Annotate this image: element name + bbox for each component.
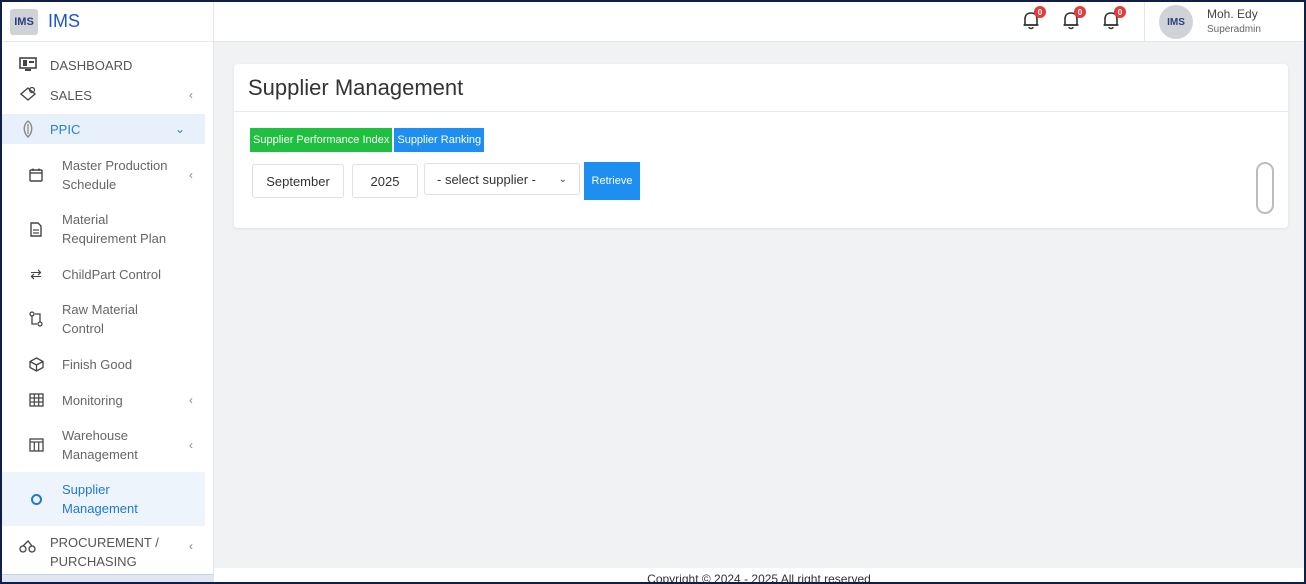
chevron-left-icon: ‹ — [189, 539, 193, 553]
year-input[interactable]: 2025 — [352, 164, 418, 198]
notification-badge: 0 — [1114, 6, 1126, 18]
scroll-handle[interactable] — [1256, 162, 1274, 214]
bell-icon — [1062, 12, 1080, 34]
chevron-down-icon: ⌄ — [558, 173, 567, 185]
footer-copyright: Copyright © 2024 - 2025 All right reserv… — [214, 568, 1304, 582]
tab-bar: Supplier Performance Index Supplier Rank… — [250, 128, 485, 152]
sidebar-item-finish-good[interactable]: Finish Good — [2, 346, 213, 382]
grid-icon — [26, 390, 46, 410]
notification-badge: 0 — [1074, 6, 1086, 18]
sales-icon — [18, 85, 38, 105]
supplier-select[interactable]: - select supplier - ⌄ — [424, 163, 580, 195]
monitor-icon — [18, 55, 38, 75]
filter-bar: September 2025 - select supplier - ⌄ Ret… — [252, 162, 640, 200]
sidebar-item-label: PPIC — [50, 121, 81, 137]
top-header: 0 0 0 IMS Moh. Edy Superadmin — [214, 2, 1304, 42]
avatar: IMS — [1159, 5, 1193, 39]
columns-icon — [26, 435, 46, 455]
brand-name: IMS — [48, 11, 81, 31]
sidebar-item-label: DASHBOARD — [50, 57, 133, 73]
chevron-down-icon: ⌄ — [174, 122, 185, 136]
supplier-management-card: Supplier Management Supplier Performance… — [234, 64, 1288, 228]
sidebar-item-ppic[interactable]: PPIC ⌄ — [2, 114, 205, 144]
sidebar-item-label: Raw Material Control — [62, 302, 138, 336]
notification-bell-3[interactable]: 0 — [1102, 6, 1126, 34]
package-icon — [26, 354, 46, 374]
tab-supplier-ranking[interactable]: Supplier Ranking — [394, 128, 485, 152]
sidebar-item-label: Monitoring — [62, 392, 123, 408]
month-select[interactable]: September — [252, 164, 344, 198]
tab-supplier-performance-index[interactable]: Supplier Performance Index — [250, 128, 393, 152]
retrieve-button[interactable]: Retrieve — [584, 162, 640, 200]
brand[interactable]: IMS IMS — [2, 2, 213, 42]
user-role: Superadmin — [1207, 24, 1261, 35]
supplier-select-placeholder: - select supplier - — [437, 171, 536, 187]
sidebar: IMS IMS DASHBOARD SALES ‹ PPIC ⌄ Master … — [2, 2, 214, 582]
procurement-icon — [18, 536, 38, 556]
user-info: Moh. Edy Superadmin — [1207, 7, 1261, 37]
sidebar-nav: DASHBOARD SALES ‹ PPIC ⌄ Master Producti… — [2, 42, 213, 569]
sidebar-item-label: ChildPart Control — [62, 266, 161, 282]
circle-icon — [26, 489, 46, 509]
sidebar-item-label: Material Requirement Plan — [62, 212, 167, 246]
document-icon — [26, 219, 46, 239]
calendar-icon — [26, 165, 46, 185]
ppic-icon — [18, 119, 38, 139]
chevron-left-icon: ‹ — [189, 438, 193, 452]
swap-icon: ⇄ — [30, 265, 42, 282]
chevron-left-icon: ‹ — [189, 168, 193, 182]
sidebar-item-label: Finish Good — [62, 356, 133, 372]
sidebar-item-label: SALES — [50, 87, 92, 103]
brand-logo: IMS — [10, 8, 38, 35]
sidebar-item-label: PROCUREMENT / PURCHASING — [50, 535, 159, 569]
sidebar-item-label: Warehouse Management — [62, 428, 138, 462]
notification-badge: 0 — [1034, 6, 1046, 18]
bell-icon — [1102, 12, 1120, 34]
sidebar-item-monitoring[interactable]: Monitoring ‹ — [2, 382, 213, 418]
sidebar-item-sales[interactable]: SALES ‹ — [2, 80, 213, 110]
sidebar-item-procurement[interactable]: PROCUREMENT / PURCHASING ‹ — [2, 526, 213, 569]
sidebar-item-label: Supplier Management — [62, 482, 138, 516]
chevron-left-icon: ‹ — [189, 393, 193, 407]
notification-bell-2[interactable]: 0 — [1062, 6, 1086, 34]
sidebar-item-raw-material-control[interactable]: Raw Material Control — [2, 292, 213, 346]
git-compare-icon — [26, 309, 46, 329]
page-title: Supplier Management — [234, 64, 1288, 112]
user-menu[interactable]: IMS Moh. Edy Superadmin — [1144, 2, 1304, 42]
sidebar-item-supplier-management[interactable]: Supplier Management — [2, 472, 205, 526]
app-window: IMS IMS DASHBOARD SALES ‹ PPIC ⌄ Master … — [2, 2, 1304, 582]
chevron-left-icon: ‹ — [189, 88, 193, 102]
user-name: Moh. Edy — [1207, 7, 1258, 21]
sidebar-item-label: Master Production Schedule — [62, 158, 168, 192]
notification-bell-1[interactable]: 0 — [1022, 6, 1046, 34]
sidebar-item-dashboard[interactable]: DASHBOARD — [2, 50, 213, 80]
sidebar-item-warehouse-management[interactable]: Warehouse Management ‹ — [2, 418, 213, 472]
sidebar-item-material-requirement-plan[interactable]: Material Requirement Plan — [2, 202, 213, 256]
bell-icon — [1022, 12, 1040, 34]
sidebar-item-master-production-schedule[interactable]: Master Production Schedule ‹ — [2, 148, 213, 202]
sidebar-item-childpart-control[interactable]: ⇄ ChildPart Control — [2, 256, 213, 292]
